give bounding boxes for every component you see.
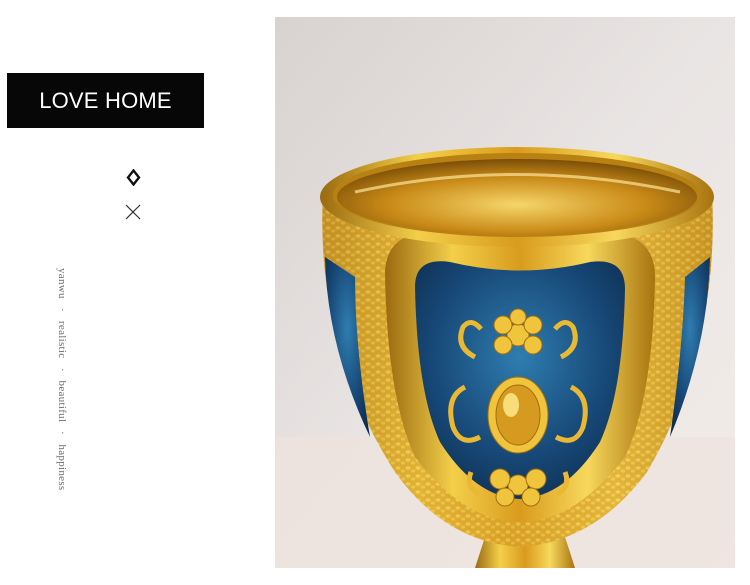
tagline-word-2: realistic xyxy=(56,320,68,359)
tagline-word-4: happiness xyxy=(56,444,68,491)
tagline-separator: · xyxy=(56,307,68,312)
tagline-separator: · xyxy=(56,367,68,372)
tagline-separator: · xyxy=(56,431,68,436)
goblet-photo xyxy=(275,17,735,568)
tagline-word-3: beautiful xyxy=(56,380,68,423)
diamond-icon xyxy=(126,169,141,186)
title-text: LOVE HOME xyxy=(39,87,172,113)
tagline-word-1: yanwu xyxy=(56,268,68,299)
vertical-tagline: yanwu · realistic · beautiful · happines… xyxy=(56,268,68,491)
cross-icon xyxy=(125,204,141,220)
title-banner: LOVE HOME xyxy=(7,73,204,128)
